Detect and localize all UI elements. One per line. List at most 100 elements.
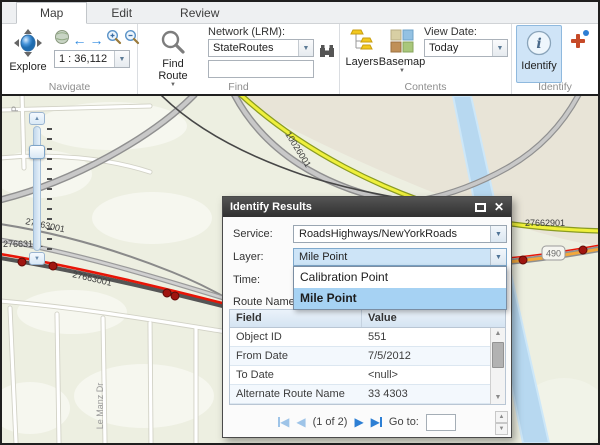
group-identify: i Identify Identify (512, 24, 598, 94)
layers-button[interactable]: Layers (344, 28, 380, 80)
binoculars-icon[interactable] (318, 42, 336, 65)
street-label: P (10, 106, 20, 112)
close-icon[interactable]: ✕ (494, 201, 504, 213)
slider-zoom-in-button[interactable]: ▲ (29, 112, 45, 125)
identify-button[interactable]: i Identify (516, 25, 562, 83)
network-value: StateRoutes (209, 40, 298, 56)
identify-group-label: Identify (512, 81, 598, 93)
navigate-group-label: Navigate (2, 81, 137, 93)
goto-spinner[interactable]: ▲ ▼ (495, 411, 508, 433)
find-route-label-1: Find (162, 58, 183, 70)
first-page-button[interactable]: ◀ (278, 416, 289, 428)
basemap-caret-icon: ▼ (399, 68, 405, 74)
scale-value: 1 : 36,112 (55, 51, 114, 67)
explore-button[interactable]: Explore (6, 27, 50, 81)
chevron-down-icon: ▼ (114, 51, 129, 67)
scroll-up-icon[interactable]: ▲ (491, 328, 505, 340)
table-row: Object ID 551 (230, 328, 490, 347)
find-route-magnifier-icon (160, 29, 186, 58)
svg-text:490: 490 (546, 249, 561, 259)
layer-value: Mile Point (294, 249, 490, 265)
goto-label: Go to: (389, 416, 419, 428)
svg-text:i: i (536, 36, 541, 52)
layers-label: Layers (345, 56, 378, 68)
route-shield-490: 490 (542, 246, 565, 260)
slider-zoom-out-button[interactable]: ▼ (29, 252, 45, 265)
slider-handle[interactable] (29, 145, 45, 159)
service-label: Service: (233, 228, 273, 240)
network-lrm-label: Network (LRM): (208, 26, 285, 38)
previous-page-button[interactable]: ◀ (296, 416, 305, 428)
identify-icon: i (525, 29, 553, 60)
explore-icon (13, 28, 43, 61)
layer-label: Layer: (233, 251, 264, 263)
dialog-title: Identify Results (230, 201, 312, 213)
layers-icon (349, 29, 375, 56)
route-name-label: Route Name: (233, 296, 298, 308)
dialog-titlebar[interactable]: Identify Results ✕ (223, 197, 511, 217)
navigate-iconrow: ← → (54, 29, 140, 50)
network-combobox[interactable]: StateRoutes ▼ (208, 39, 314, 57)
spinner-up-icon[interactable]: ▲ (495, 411, 508, 423)
basemap-icon (390, 29, 414, 56)
tab-map[interactable]: Map (16, 2, 87, 24)
find-route-button[interactable]: Find Route ▼ (150, 27, 196, 89)
service-combobox[interactable]: RoadsHighways/NewYorkRoads ▼ (293, 225, 507, 243)
find-group-label: Find (138, 81, 339, 93)
ribbon-tabbar: Map Edit Review (2, 2, 598, 24)
table-row: To Date <null> (230, 366, 490, 385)
identify-results-dialog: Identify Results ✕ Service: RoadsHighway… (222, 196, 512, 438)
chevron-down-icon: ▼ (490, 249, 506, 265)
explore-label: Explore (9, 61, 46, 73)
identify-label: Identify (521, 60, 556, 72)
table-row: From Date 7/5/2012 (230, 347, 490, 366)
value-column-header: Value (362, 310, 505, 327)
service-value: RoadsHighways/NewYorkRoads (294, 226, 490, 242)
basemap-button[interactable]: Basemap ▼ (382, 28, 422, 88)
back-arrow-icon[interactable]: ← (72, 32, 87, 48)
forward-arrow-icon[interactable]: → (89, 32, 104, 48)
app-window: Map Edit Review Explore (0, 0, 600, 445)
chevron-down-icon: ▼ (492, 40, 507, 56)
dropdown-item-mile-point[interactable]: Mile Point (294, 288, 506, 309)
field-column-header: Field (230, 310, 362, 327)
group-navigate: Explore ← → 1 : 36,112 ▼ Navigate (2, 24, 138, 94)
scale-combobox[interactable]: 1 : 36,112 ▼ (54, 50, 130, 68)
tab-review[interactable]: Review (156, 2, 243, 23)
view-date-value: Today (425, 40, 492, 56)
globe-icon[interactable] (54, 29, 70, 50)
group-contents: Layers Basemap ▼ View Date: Today ▼ (340, 24, 512, 94)
group-find: Find Route ▼ Network (LRM): StateRoutes … (138, 24, 340, 94)
view-date-label: View Date: (424, 26, 477, 38)
table-header: Field Value (230, 310, 505, 328)
tab-edit[interactable]: Edit (87, 2, 156, 23)
route-label: 27662901 (525, 218, 565, 228)
contents-group-label: Contents (340, 81, 511, 93)
add-identify-tool-icon[interactable] (570, 32, 588, 50)
route-search-input[interactable] (208, 60, 314, 78)
slider-tick-marks (47, 128, 52, 258)
maximize-icon[interactable] (475, 203, 486, 212)
dropdown-item-calibration-point[interactable]: Calibration Point (294, 267, 506, 288)
goto-page-input[interactable] (426, 414, 456, 431)
ribbon-toolbar: Explore ← → 1 : 36,112 ▼ Navigate (2, 24, 598, 94)
street-label: Le Manz Dr (95, 383, 105, 430)
attributes-table: Field Value Object ID 551 From Date 7/5/… (229, 309, 506, 405)
next-page-button[interactable]: ▶ (354, 416, 363, 428)
spinner-down-icon[interactable]: ▼ (495, 423, 508, 435)
table-scrollbar[interactable]: ▲ ▼ (490, 328, 505, 404)
map-area: 490 27663001 27663101 27663001 27662901 … (2, 94, 598, 443)
view-date-combobox[interactable]: Today ▼ (424, 39, 508, 57)
layer-dropdown-list: Calibration Point Mile Point (293, 266, 507, 310)
scrollbar-thumb[interactable] (492, 342, 504, 368)
page-indicator: (1 of 2) (313, 416, 348, 428)
last-page-button[interactable]: ▶ (371, 416, 382, 428)
basemap-label: Basemap (379, 56, 425, 68)
chevron-down-icon: ▼ (490, 226, 506, 242)
zoom-in-icon[interactable] (106, 29, 122, 50)
scroll-down-icon[interactable]: ▼ (491, 392, 505, 404)
time-label: Time: (233, 274, 260, 286)
layer-combobox[interactable]: Mile Point ▼ (293, 248, 507, 266)
chevron-down-icon: ▼ (298, 40, 313, 56)
table-row: Alternate Route Name 33 4303 (230, 385, 490, 404)
